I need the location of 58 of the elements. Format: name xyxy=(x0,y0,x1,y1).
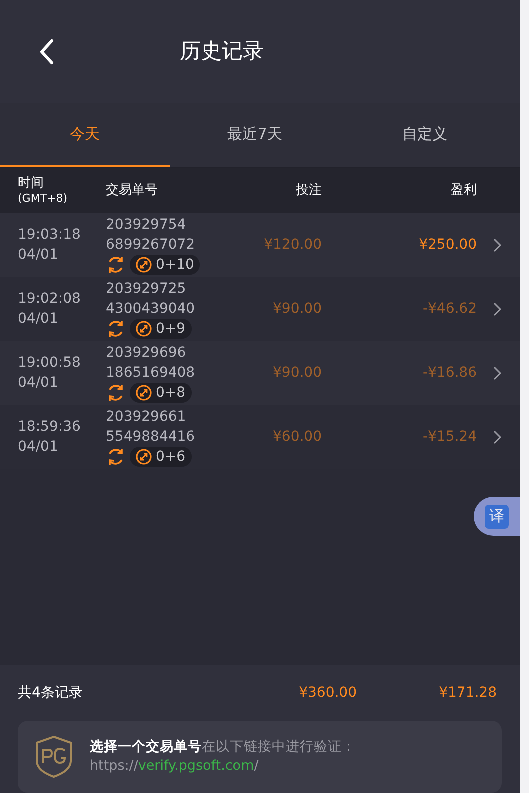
time-text: 19:03:18 xyxy=(18,226,82,245)
column-header: 交易单号 xyxy=(106,182,158,198)
transaction-id: 5549884416 xyxy=(106,428,196,447)
chevron-right-icon[interactable] xyxy=(493,430,502,444)
transaction-id: 4300439040 xyxy=(106,300,196,319)
transaction-id: 203929696 xyxy=(106,344,188,363)
transaction-id: 203929725 xyxy=(106,280,188,299)
chevron-right-icon[interactable] xyxy=(493,238,502,252)
tab[interactable]: 最近7天 xyxy=(170,103,340,167)
tab[interactable]: 自定义 xyxy=(340,103,510,167)
profit-amount: -¥46.62 xyxy=(422,300,477,316)
expand-icon xyxy=(136,257,152,273)
time-text: 18:59:36 xyxy=(18,418,82,437)
chevron-right-icon[interactable] xyxy=(493,302,502,316)
transaction-id: 203929661 xyxy=(106,408,188,427)
column-header: 时间 xyxy=(18,176,45,192)
record-count: 共4条记录 xyxy=(18,684,84,702)
back-icon[interactable] xyxy=(38,38,56,64)
profit-amount: -¥15.24 xyxy=(422,428,477,444)
date-text: 04/01 xyxy=(18,246,60,265)
url-prefix: https:// xyxy=(90,758,138,774)
verify-instruction: 选择一个交易单号在以下链接中进行验证： xyxy=(90,738,356,757)
profit-amount: ¥250.00 xyxy=(419,236,477,252)
total-profit: ¥171.28 xyxy=(438,684,497,702)
column-header: 投注 xyxy=(296,182,322,198)
refresh-icon xyxy=(106,255,126,275)
transaction-id: 203929754 xyxy=(106,216,188,235)
refresh-icon xyxy=(106,383,126,403)
refresh-icon xyxy=(106,447,126,467)
column-header: 盈利 xyxy=(451,182,477,198)
time-text: 19:00:58 xyxy=(18,354,82,373)
refresh-icon xyxy=(106,319,126,339)
bet-amount: ¥120.00 xyxy=(264,236,322,252)
date-text: 04/01 xyxy=(18,374,60,393)
total-bet: ¥360.00 xyxy=(298,684,357,702)
free-spins-pill: 0+8 xyxy=(130,383,192,403)
bet-amount: ¥60.00 xyxy=(273,428,322,444)
timezone-label: (GMT+8) xyxy=(18,192,69,206)
translate-button[interactable]: 译 xyxy=(485,504,509,528)
transaction-id: 1865169408 xyxy=(106,364,196,383)
date-text: 04/01 xyxy=(18,310,60,329)
free-spins-pill: 0+6 xyxy=(130,447,192,467)
url-suffix: / xyxy=(254,758,259,774)
time-text: 19:02:08 xyxy=(18,290,82,309)
shield-logo-icon xyxy=(34,735,74,779)
expand-icon xyxy=(136,385,152,401)
verify-link[interactable]: verify.pgsoft.com xyxy=(138,758,254,774)
transaction-id: 6899267072 xyxy=(106,236,196,255)
chevron-right-icon[interactable] xyxy=(493,366,502,380)
expand-icon xyxy=(136,449,152,465)
expand-icon xyxy=(136,321,152,337)
bet-amount: ¥90.00 xyxy=(273,364,322,380)
profit-amount: -¥16.86 xyxy=(422,364,477,380)
bet-amount: ¥90.00 xyxy=(273,300,322,316)
page-title: 历史记录 xyxy=(180,38,264,64)
free-spins-pill: 0+10 xyxy=(130,255,200,275)
date-text: 04/01 xyxy=(18,438,60,457)
free-spins-pill: 0+9 xyxy=(130,319,192,339)
